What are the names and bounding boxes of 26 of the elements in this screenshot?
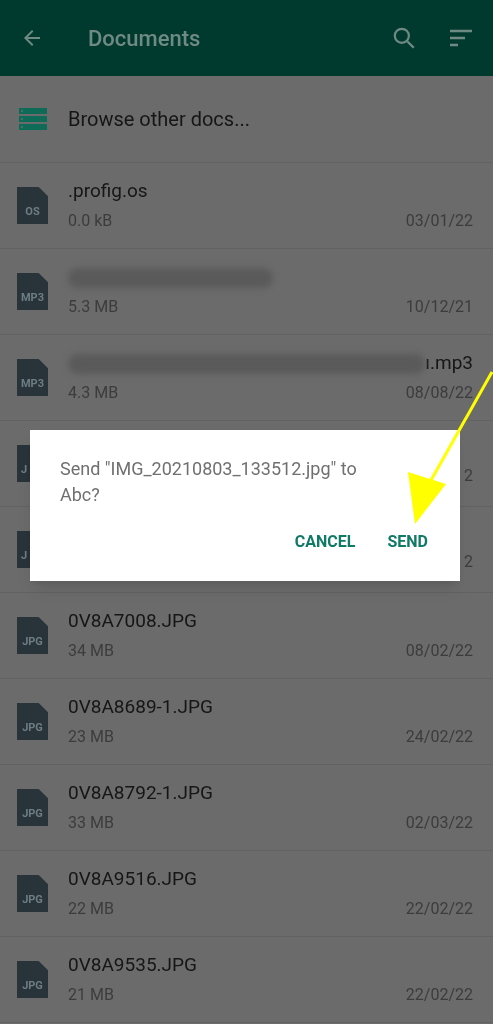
search-icon[interactable] [391, 25, 417, 51]
list-icon [19, 108, 47, 130]
file-type-label: JPG [22, 980, 43, 991]
file-type-label: MP3 [21, 378, 44, 389]
file-name: .profig.os [68, 178, 148, 205]
file-name: 0V8A9535.JPG [68, 952, 197, 979]
file-type-label: OS [25, 206, 40, 217]
file-type-label: JPG [22, 636, 43, 647]
file-name: 0V8A8689-1.JPG [68, 694, 213, 721]
file-name: 0V8A8792-1.JPG [68, 780, 213, 807]
screen-title: Documents [88, 24, 201, 53]
file-name: 0V8A9516.JPG [68, 866, 197, 893]
sort-icon[interactable] [449, 28, 473, 48]
file-type-label: JPG [22, 808, 43, 819]
browse-row[interactable]: Browse other docs... [0, 76, 493, 163]
file-name: ı.mp3 [425, 350, 473, 377]
file-type-label: J [21, 464, 28, 475]
file-type-label: JPG [22, 722, 43, 733]
browse-label: Browse other docs... [68, 106, 250, 133]
file-type-label: J [21, 550, 28, 561]
dialog-button[interactable]: SEND [387, 532, 428, 552]
file-type-label: MP3 [21, 292, 44, 303]
file-type-label: JPG [22, 894, 43, 905]
dialog-button[interactable]: CANCEL [294, 532, 356, 552]
dialog-message: Send "IMG_20210803_133512.jpg" to Abc? [60, 457, 358, 507]
file-name: 0V8A7008.JPG [68, 608, 197, 635]
